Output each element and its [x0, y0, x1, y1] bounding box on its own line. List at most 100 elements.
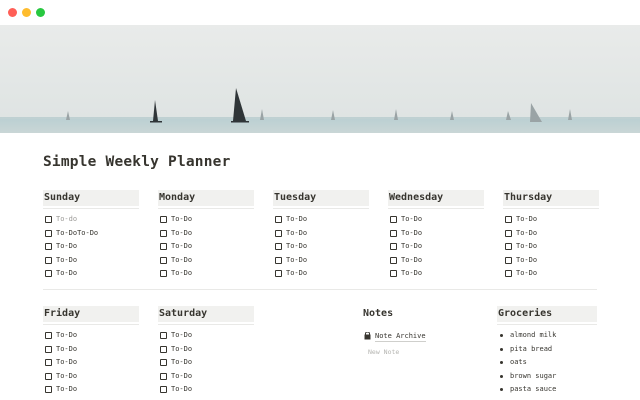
todo-label[interactable]: To-Do	[56, 343, 77, 357]
checkbox[interactable]	[160, 229, 167, 237]
checkbox[interactable]	[505, 270, 512, 278]
todo-label[interactable]: To-Do	[401, 227, 422, 241]
checkbox[interactable]	[160, 216, 167, 224]
todo-item[interactable]: To-Do	[43, 343, 139, 357]
todo-label[interactable]: To-Do	[516, 267, 537, 281]
todo-item[interactable]: To-Do	[273, 240, 369, 254]
todo-item[interactable]: To-Do	[158, 383, 254, 397]
grocery-item[interactable]: pasta sauce	[510, 383, 556, 397]
todo-label[interactable]: To-DoTo-Do	[56, 227, 98, 241]
todo-item[interactable]: To-Do	[43, 329, 139, 343]
grocery-item[interactable]: brown sugar	[510, 370, 556, 384]
checkbox[interactable]	[45, 270, 52, 278]
checkbox[interactable]	[45, 345, 52, 353]
todo-label[interactable]: To-Do	[171, 254, 192, 268]
minimize-window-button[interactable]	[22, 8, 31, 17]
todo-label[interactable]: To-Do	[56, 254, 77, 268]
checkbox[interactable]	[160, 372, 167, 380]
todo-label[interactable]: To-Do	[56, 329, 77, 343]
todo-item[interactable]: To-Do	[43, 254, 139, 268]
todo-label[interactable]: To-Do	[56, 356, 77, 370]
list-item[interactable]: pita bread	[497, 343, 597, 357]
checkbox[interactable]	[160, 386, 167, 394]
checkbox[interactable]	[275, 256, 282, 264]
todo-label[interactable]: To-Do	[401, 254, 422, 268]
checkbox[interactable]	[45, 359, 52, 367]
todo-item[interactable]: To-Do	[503, 240, 599, 254]
todo-item[interactable]: To-Do	[43, 267, 139, 281]
todo-item[interactable]: To-Do	[158, 240, 254, 254]
checkbox[interactable]	[160, 256, 167, 264]
checkbox[interactable]	[45, 386, 52, 394]
grocery-item[interactable]: almond milk	[510, 329, 556, 343]
todo-item[interactable]: To-Do	[158, 356, 254, 370]
todo-label[interactable]: To-Do	[171, 370, 192, 384]
checkbox[interactable]	[45, 256, 52, 264]
checkbox[interactable]	[275, 270, 282, 278]
todo-label[interactable]: To-Do	[171, 213, 192, 227]
todo-item[interactable]: To-Do	[158, 267, 254, 281]
todo-label[interactable]: To-Do	[516, 213, 537, 227]
checkbox[interactable]	[390, 216, 397, 224]
note-archive-label[interactable]: Note Archive	[375, 331, 426, 342]
checkbox[interactable]	[45, 332, 52, 340]
todo-item[interactable]: To-Do	[503, 213, 599, 227]
todo-item[interactable]: To-Do	[503, 254, 599, 268]
todo-label[interactable]: To-Do	[286, 213, 307, 227]
checkbox[interactable]	[390, 243, 397, 251]
todo-item[interactable]: To-Do	[43, 370, 139, 384]
checkbox[interactable]	[275, 216, 282, 224]
todo-label[interactable]: To-Do	[56, 383, 77, 397]
checkbox[interactable]	[505, 229, 512, 237]
checkbox[interactable]	[45, 229, 52, 237]
todo-label[interactable]: To-Do	[171, 356, 192, 370]
todo-item[interactable]: To-Do	[273, 254, 369, 268]
todo-item[interactable]: To-do	[43, 213, 139, 227]
todo-label[interactable]: To-Do	[401, 267, 422, 281]
todo-item[interactable]: To-Do	[158, 329, 254, 343]
todo-item[interactable]: To-Do	[43, 240, 139, 254]
todo-item[interactable]: To-Do	[273, 227, 369, 241]
todo-label[interactable]: To-Do	[56, 267, 77, 281]
todo-label[interactable]: To-Do	[171, 240, 192, 254]
todo-label[interactable]: To-Do	[171, 329, 192, 343]
todo-label[interactable]: To-Do	[516, 254, 537, 268]
todo-item[interactable]: To-DoTo-Do	[43, 227, 139, 241]
todo-label[interactable]: To-do	[56, 213, 77, 227]
new-note-input[interactable]: New Note	[362, 345, 458, 359]
checkbox[interactable]	[390, 229, 397, 237]
todo-label[interactable]: To-Do	[171, 227, 192, 241]
list-item[interactable]: oats	[497, 356, 597, 370]
todo-item[interactable]: To-Do	[503, 227, 599, 241]
todo-item[interactable]: To-Do	[388, 213, 484, 227]
todo-item[interactable]: To-Do	[388, 240, 484, 254]
list-item[interactable]: almond milk	[497, 329, 597, 343]
todo-item[interactable]: To-Do	[43, 383, 139, 397]
checkbox[interactable]	[160, 332, 167, 340]
checkbox[interactable]	[275, 229, 282, 237]
todo-item[interactable]: To-Do	[158, 227, 254, 241]
grocery-item[interactable]: oats	[510, 356, 527, 370]
todo-item[interactable]: To-Do	[273, 213, 369, 227]
todo-item[interactable]: To-Do	[158, 370, 254, 384]
checkbox[interactable]	[505, 216, 512, 224]
checkbox[interactable]	[505, 256, 512, 264]
checkbox[interactable]	[45, 243, 52, 251]
todo-label[interactable]: To-Do	[171, 343, 192, 357]
todo-item[interactable]: To-Do	[158, 343, 254, 357]
checkbox[interactable]	[160, 359, 167, 367]
checkbox[interactable]	[390, 256, 397, 264]
list-item[interactable]: pasta sauce	[497, 383, 597, 397]
todo-label[interactable]: To-Do	[56, 240, 77, 254]
todo-label[interactable]: To-Do	[286, 240, 307, 254]
close-window-button[interactable]	[8, 8, 17, 17]
todo-label[interactable]: To-Do	[286, 254, 307, 268]
zoom-window-button[interactable]	[36, 8, 45, 17]
checkbox[interactable]	[45, 372, 52, 380]
checkbox[interactable]	[160, 345, 167, 353]
todo-item[interactable]: To-Do	[388, 227, 484, 241]
note-archive-link[interactable]: Note Archive	[362, 329, 458, 343]
checkbox[interactable]	[160, 243, 167, 251]
todo-item[interactable]: To-Do	[43, 356, 139, 370]
todo-item[interactable]: To-Do	[158, 213, 254, 227]
